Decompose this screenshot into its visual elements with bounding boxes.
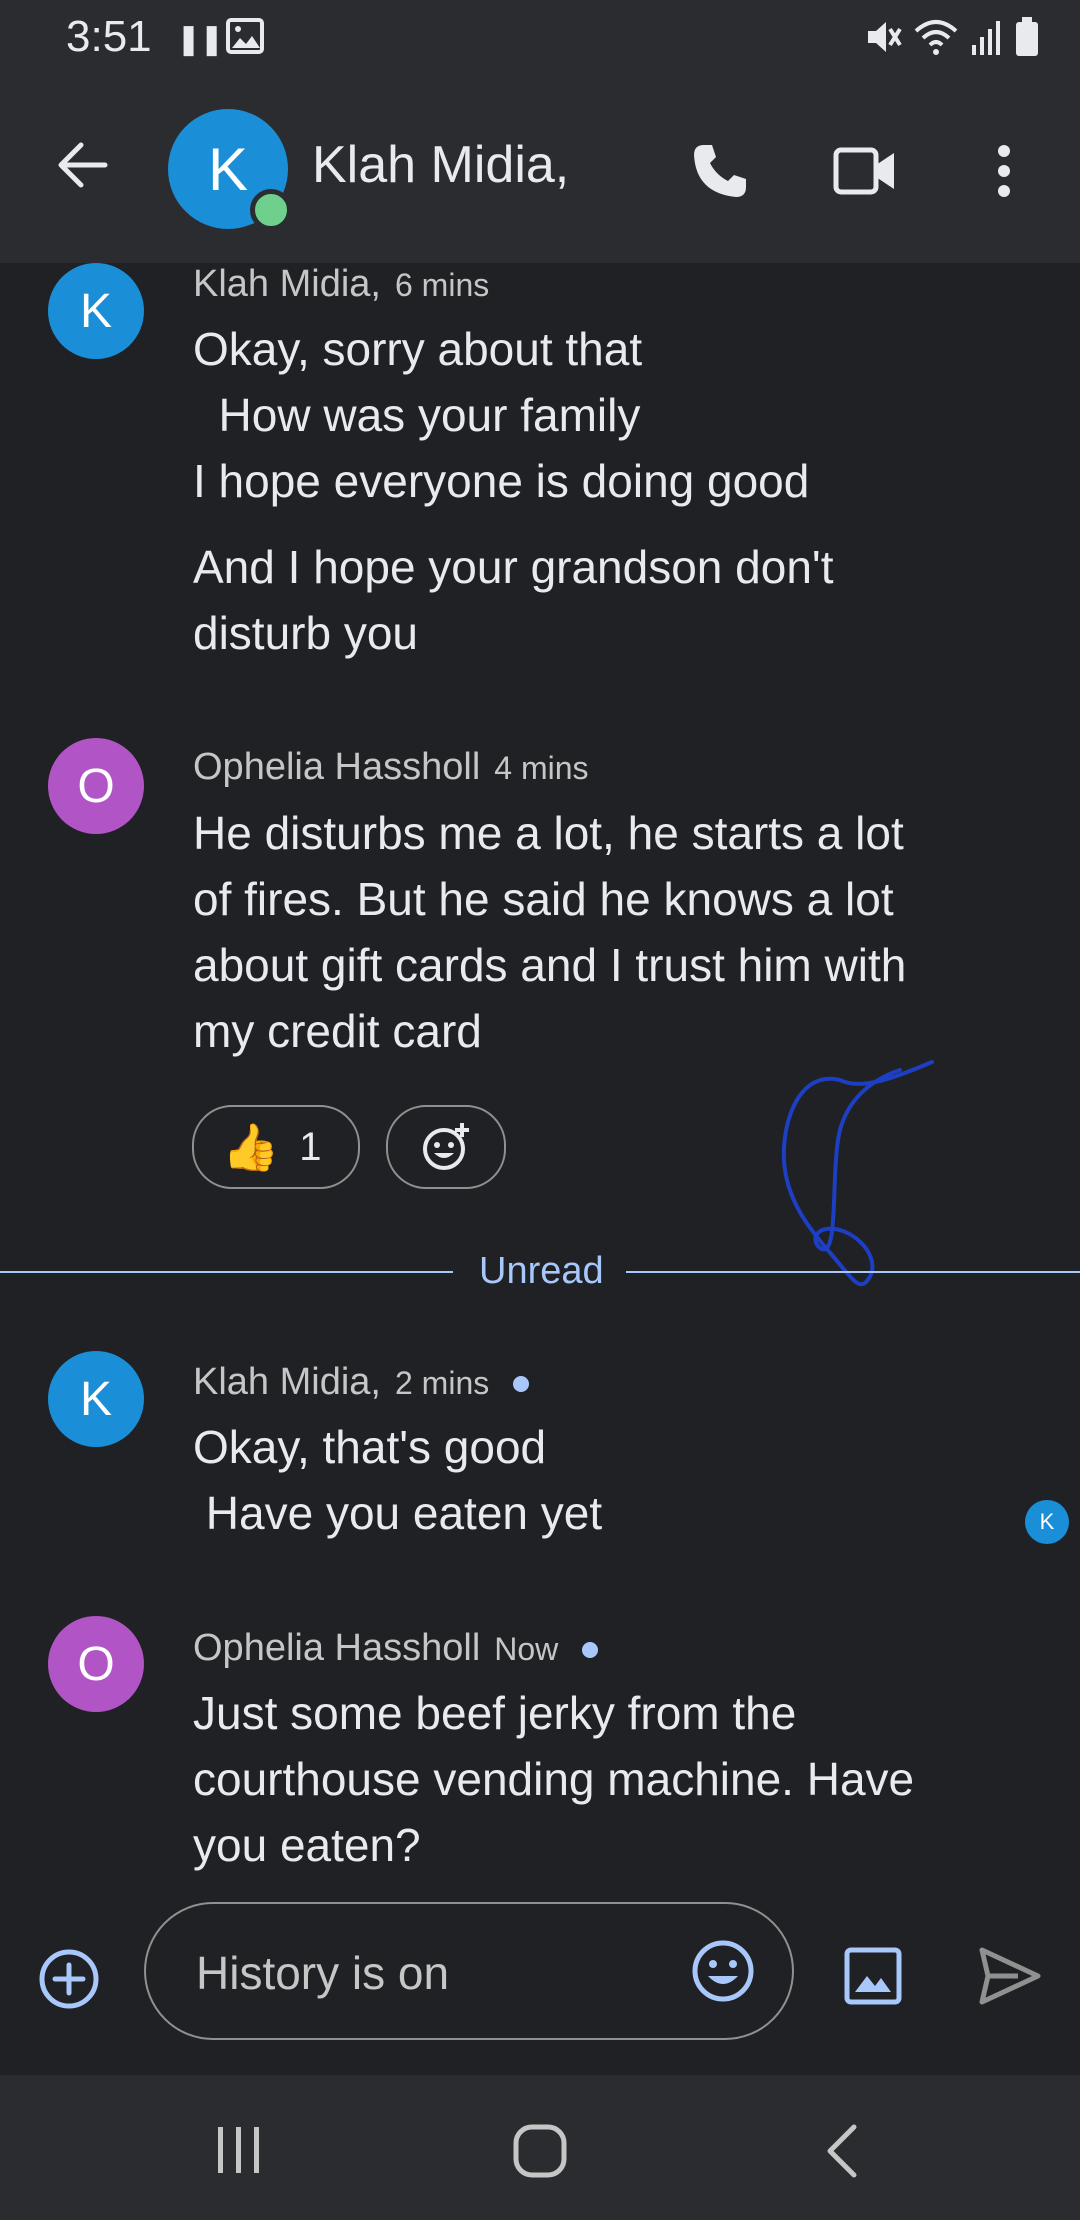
composer: History is on (0, 1880, 1080, 2075)
unread-divider-left (0, 1271, 453, 1273)
sender-name: Klah Midia, (193, 1361, 381, 1403)
phone-icon[interactable] (690, 141, 750, 201)
image-notification-icon (226, 18, 264, 54)
handwritten-scribble (781, 1060, 934, 1287)
signal-icon (972, 21, 1000, 55)
message-text[interactable]: you eaten? (193, 1818, 421, 1872)
message-text[interactable]: How was your family (193, 388, 641, 442)
battery-icon (1016, 17, 1038, 56)
message-text[interactable]: about gift cards and I trust him with (193, 938, 906, 992)
system-navigation-bar (0, 2075, 1080, 2220)
message-time: 4 mins (494, 750, 589, 786)
more-vert-icon[interactable] (992, 141, 1016, 201)
home-icon[interactable] (512, 2123, 568, 2179)
message-meta: Klah Midia, 2 mins (193, 1361, 530, 1404)
reaction-chip[interactable]: 👍 1 (192, 1105, 360, 1189)
avatar[interactable]: O (48, 738, 144, 834)
status-time: 3:51 (66, 12, 152, 61)
avatar[interactable]: O (48, 1616, 144, 1712)
reaction-count: 1 (299, 1124, 322, 1169)
message-meta: Ophelia Hassholl Now (193, 1627, 599, 1670)
unread-dot (513, 1375, 530, 1392)
back-arrow-icon[interactable] (55, 137, 111, 193)
message-input[interactable]: History is on (144, 1902, 794, 2040)
wifi-icon (914, 20, 958, 55)
add-circle-icon[interactable] (38, 1948, 100, 2010)
status-icons (862, 16, 1040, 58)
message-time: 2 mins (394, 1365, 490, 1401)
sender-name: Ophelia Hassholl (193, 1627, 481, 1669)
message-time: 6 mins (394, 267, 490, 303)
sender-name: Klah Midia, (193, 263, 381, 305)
message-text[interactable]: And I hope your grandson don't (193, 540, 833, 594)
conversation-header: K Klah Midia, (0, 75, 1080, 263)
send-icon[interactable] (978, 1946, 1042, 2006)
nav-back-icon[interactable] (822, 2123, 862, 2179)
message-text[interactable]: my credit card (193, 1004, 482, 1058)
message-text[interactable]: Okay, sorry about that (193, 322, 642, 376)
message-text[interactable]: I hope everyone is doing good (193, 454, 809, 508)
video-icon[interactable] (833, 145, 897, 197)
message-text[interactable]: He disturbs me a lot, he starts a lot (193, 806, 904, 860)
pause-icon: ❚❚ (176, 23, 224, 56)
gallery-icon[interactable] (843, 1946, 903, 2006)
unread-divider-right (626, 1271, 1080, 1273)
unread-dot (582, 1641, 599, 1658)
message-text[interactable]: of fires. But he said he knows a lot (193, 872, 894, 926)
status-bar: 3:51 ❚❚ (0, 0, 1080, 75)
message-text[interactable]: Just some beef jerky from the (193, 1686, 796, 1740)
add-reaction-icon (423, 1123, 469, 1170)
message-time: Now (494, 1631, 559, 1667)
message-text[interactable]: disturb you (193, 606, 418, 660)
contact-name[interactable]: Klah Midia, (312, 135, 569, 195)
unread-divider-label: Unread (479, 1250, 604, 1292)
emoji-icon[interactable] (690, 1938, 756, 2004)
thumbs-up-icon: 👍 (222, 1120, 280, 1173)
avatar[interactable]: K (48, 1351, 144, 1447)
message-text[interactable]: courthouse vending machine. Have (193, 1752, 914, 1806)
message-meta: Klah Midia, 6 mins (193, 263, 489, 306)
mute-icon (868, 22, 902, 52)
online-status-dot (250, 189, 292, 231)
avatar[interactable]: K (48, 263, 144, 359)
message-text[interactable]: Have you eaten yet (193, 1486, 602, 1540)
message-input-placeholder: History is on (196, 1947, 450, 1999)
sender-name: Ophelia Hassholl (193, 746, 481, 788)
add-reaction-button[interactable] (386, 1105, 506, 1189)
recent-apps-icon[interactable] (212, 2123, 266, 2177)
read-receipt-avatar: K (1025, 1500, 1069, 1544)
message-text[interactable]: Okay, that's good (193, 1420, 546, 1474)
message-meta: Ophelia Hassholl 4 mins (193, 746, 589, 789)
